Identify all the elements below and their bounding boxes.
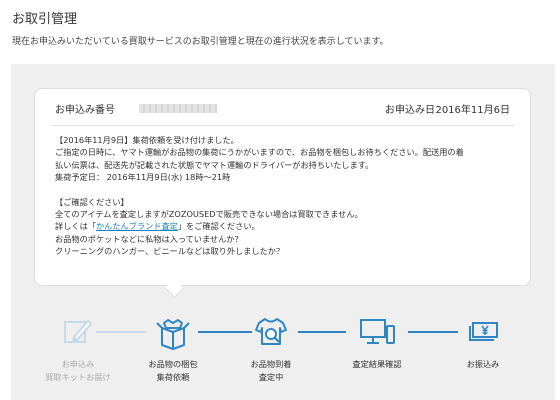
pencil-icon (33, 312, 123, 352)
step-label: 査定結果確認 (332, 358, 422, 371)
message-line: 払い伝票は、配送先が記載された状態でヤマト運輸のドライバーがお持ちいたします。 (55, 159, 374, 170)
message-line: ご指定の日時に、ヤマト運輸がお品物の集荷にうかがいますので、お品物を梱包しお待ち… (55, 147, 464, 158)
shirt-search-icon (226, 312, 316, 352)
order-card: お申込み番号 お申込み日 2016年11月6日 【2016年11月9日】集荷依頼… (34, 88, 531, 286)
step-payment: お振込み (438, 312, 528, 371)
step-application: お申込み 買取キットお届け (33, 312, 123, 384)
confirm-line: 詳しくは「かんたんブランド査定」をご確認ください。 (55, 220, 515, 232)
step-label-line: お品物の梱包 (148, 359, 198, 369)
progress-steps: お申込み 買取キットお届け お品物の梱包 集荷依頼 お品物到着 査定中 査定結果… (0, 300, 560, 400)
computer-icon (332, 312, 422, 352)
order-date-label: お申込み日 (385, 105, 435, 116)
step-label: お申込み 買取キットお届け (33, 358, 123, 384)
order-message: 【2016年11月9日】集荷依頼を受け付けました。 ご指定の日時に、ヤマト運輸が… (55, 134, 515, 258)
step-label-line: 査定中 (258, 372, 284, 382)
message-line: 【2016年11月9日】集荷依頼を受け付けました。 (55, 135, 239, 145)
step-packing: お品物の梱包 集荷依頼 (128, 312, 218, 384)
step-result: 査定結果確認 (332, 312, 422, 371)
page-description: 現在お申込みいただいている買取サービスのお取引管理と現在の進行状況を表示していま… (12, 37, 389, 47)
confirm-line: クリーニングのハンガー、ビニールなどは取り外しましたか？ (55, 246, 285, 257)
order-number-masked (139, 104, 217, 113)
yen-money-icon (438, 312, 528, 352)
step-label-line: お品物到着 (250, 359, 292, 369)
step-label-line: お振込み (466, 359, 500, 369)
card-divider (51, 125, 514, 126)
step-label-line: 査定結果確認 (352, 359, 402, 369)
confirm-heading: 【ご確認ください】 (55, 196, 129, 207)
confirm-line: お品物のポケットなどに私物は入っていませんか？ (55, 233, 243, 244)
step-label: お品物到着 査定中 (226, 358, 316, 384)
step-label: お品物の梱包 集荷依頼 (128, 358, 218, 384)
order-date-value: 2016年11月6日 (435, 105, 510, 116)
step-label: お振込み (438, 358, 528, 371)
confirm-line: 全てのアイテムを査定しますがZOZOUSEDで販売できない場合は買取できません。 (55, 209, 363, 220)
brand-appraisal-link[interactable]: かんたんブランド査定 (96, 221, 178, 231)
message-line: 集荷予定日： 2016年11月9日(水) 18時～21時 (55, 172, 231, 183)
step-label-line: お申込み (61, 359, 95, 369)
confirm-text: 詳しくは「 (55, 221, 96, 232)
page-title: お取引管理 (12, 12, 78, 27)
order-header: お申込み番号 お申込み日 2016年11月6日 (55, 101, 510, 121)
step-label-line: 買取キットお届け (45, 372, 111, 382)
confirm-text: 」をご確認ください。 (177, 221, 260, 232)
order-number-label: お申込み番号 (55, 105, 115, 116)
step-appraisal: お品物到着 査定中 (226, 312, 316, 384)
step-label-line: 集荷依頼 (156, 372, 190, 382)
box-icon (128, 312, 218, 352)
